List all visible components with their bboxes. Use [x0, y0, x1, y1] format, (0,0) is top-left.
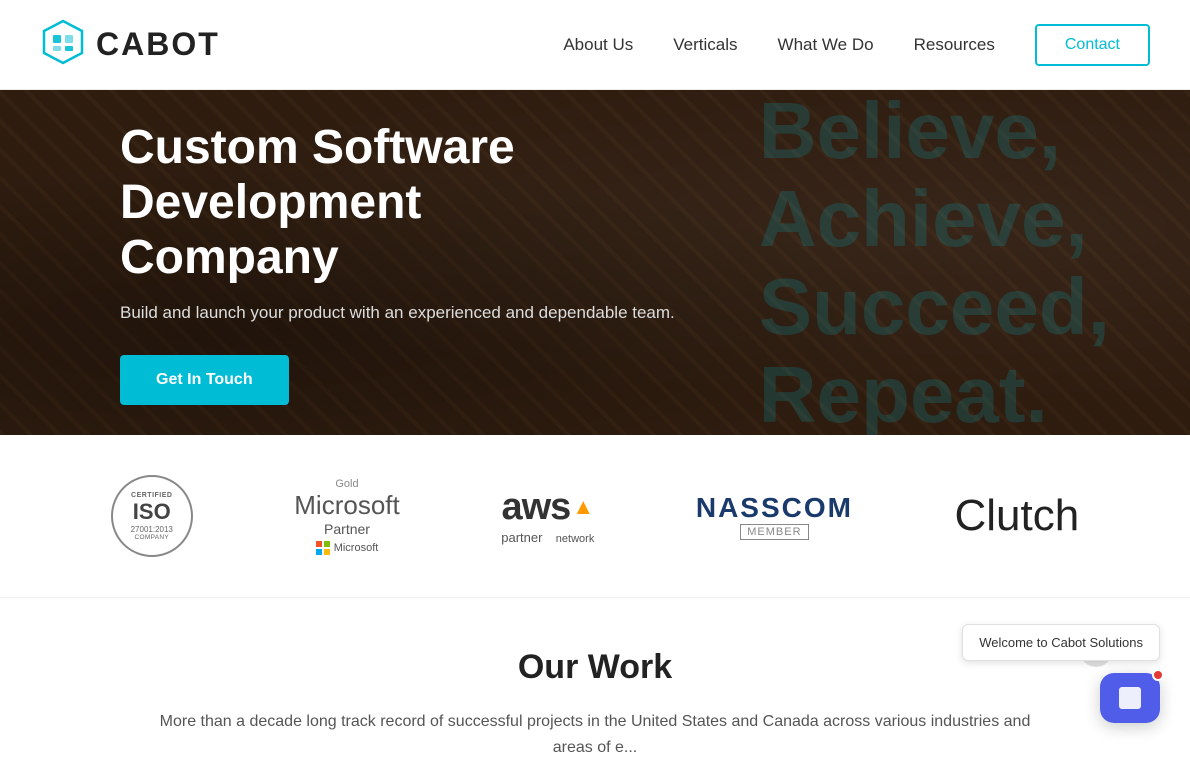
nav-about-us[interactable]: About Us — [563, 35, 633, 55]
iso-main: ISO — [133, 499, 171, 525]
nasscom-text: NASSCOM — [696, 492, 853, 524]
hero-subtitle: Build and launch your product with an ex… — [120, 303, 750, 323]
hero-section: Believe, Achieve, Succeed, Repeat. Custo… — [0, 90, 1190, 435]
ms-gold-label: Gold — [335, 478, 358, 490]
iso-certified: CERTIFIED — [131, 492, 172, 499]
aws-partner: aws ▲ partner network — [501, 486, 594, 547]
ms-sq-green — [324, 541, 330, 547]
ms-partner-text: Partner — [324, 521, 370, 537]
nav-what-we-do[interactable]: What We Do — [778, 35, 874, 55]
nav-verticals[interactable]: Verticals — [673, 35, 737, 55]
chat-notification-dot — [1152, 669, 1164, 681]
hero-cta-button[interactable]: Get In Touch — [120, 355, 289, 405]
iso-number: 27001:2013 — [131, 525, 173, 534]
nav-links: About Us Verticals What We Do Resources … — [563, 24, 1150, 66]
logo-icon — [40, 19, 86, 70]
nasscom-partner: NASSCOM MEMBER — [696, 492, 853, 540]
ms-name: Microsoft — [294, 490, 399, 521]
partners-section: CERTIFIED ISO 27001:2013 COMPANY Gold Mi… — [0, 435, 1190, 598]
ms-logo-row: Microsoft — [316, 541, 379, 555]
chat-tooltip-text: Welcome to Cabot Solutions — [979, 635, 1143, 650]
aws-partner-text: partner network — [501, 529, 594, 547]
iso-badge: CERTIFIED ISO 27001:2013 COMPANY — [111, 475, 193, 557]
navbar: CABOT About Us Verticals What We Do Reso… — [0, 0, 1190, 90]
nasscom-member: MEMBER — [740, 524, 808, 540]
ms-sq-yellow — [324, 549, 330, 555]
contact-button[interactable]: Contact — [1035, 24, 1150, 66]
logo[interactable]: CABOT — [40, 19, 220, 70]
ms-microsoft-text: Microsoft — [334, 542, 379, 554]
aws-text: aws — [501, 486, 570, 529]
aws-logo-wrap: aws ▲ — [501, 486, 594, 529]
clutch-partner: Clutch — [954, 491, 1079, 541]
logo-text: CABOT — [96, 26, 220, 63]
iso-company: COMPANY — [135, 534, 169, 541]
hero-content: Custom Software Development Company Buil… — [0, 120, 750, 406]
chat-open-button[interactable] — [1100, 673, 1160, 723]
hero-title: Custom Software Development Company — [120, 120, 750, 286]
chat-widget: Welcome to Cabot Solutions Revain — [1080, 629, 1160, 723]
aws-arrow-icon: ▲ — [572, 494, 594, 520]
chat-tooltip: Welcome to Cabot Solutions — [962, 624, 1160, 661]
microsoft-partner: Gold Microsoft Partner Microsoft — [294, 478, 399, 555]
ms-sq-red — [316, 541, 322, 547]
clutch-text: Clutch — [954, 491, 1079, 541]
nav-resources[interactable]: Resources — [914, 35, 995, 55]
iso-partner: CERTIFIED ISO 27001:2013 COMPANY — [111, 475, 193, 557]
ms-squares — [316, 541, 330, 555]
ms-sq-blue — [316, 549, 322, 555]
